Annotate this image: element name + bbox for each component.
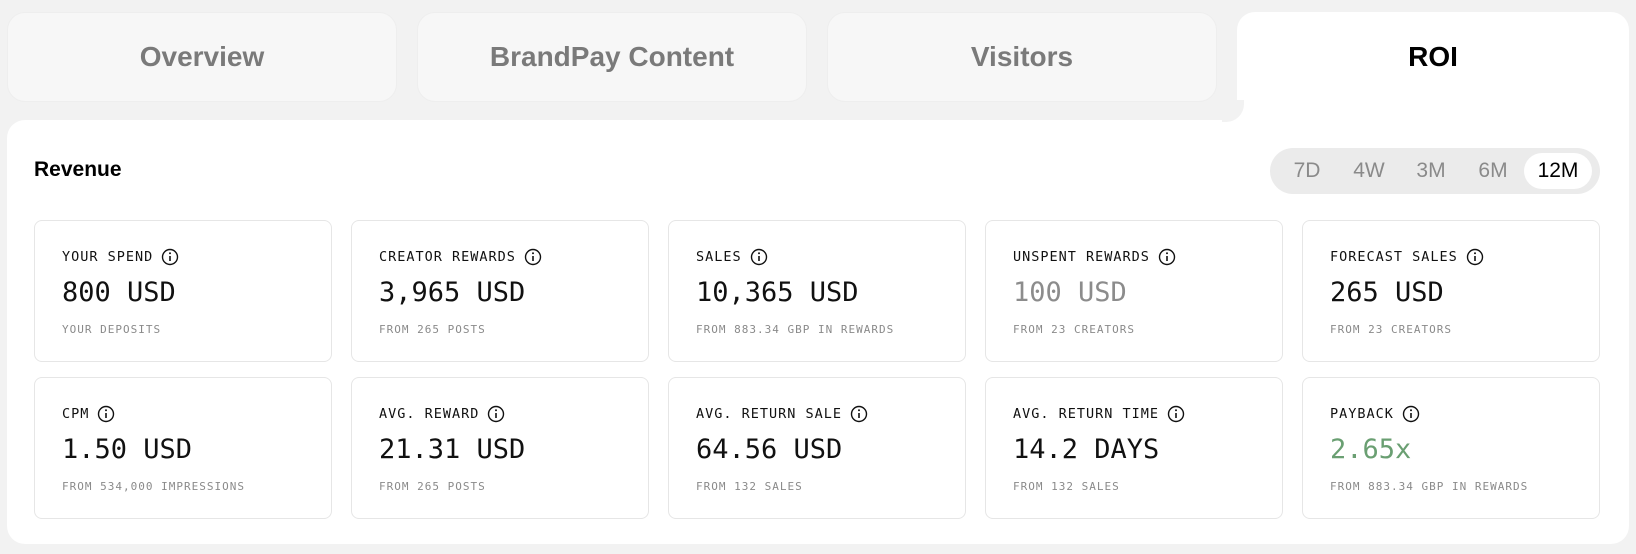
stat-subtext: FROM 534,000 IMPRESSIONS bbox=[62, 480, 245, 493]
section-title: Revenue bbox=[34, 158, 122, 181]
info-icon[interactable] bbox=[487, 405, 505, 423]
range-12m[interactable]: 12M bbox=[1524, 153, 1592, 189]
info-icon[interactable] bbox=[1167, 405, 1185, 423]
info-icon[interactable] bbox=[1158, 248, 1176, 266]
stat-label-text: AVG. RETURN SALE bbox=[696, 406, 843, 422]
stat-label: AVG. REWARD bbox=[379, 405, 505, 423]
stat-label-text: CPM bbox=[62, 406, 90, 422]
stat-label: SALES bbox=[696, 248, 768, 266]
stat-value: 10,365 USD bbox=[696, 277, 859, 308]
range-4w[interactable]: 4W bbox=[1338, 153, 1400, 189]
stat-value: 265 USD bbox=[1330, 277, 1444, 308]
stat-label-text: YOUR SPEND bbox=[62, 249, 154, 265]
stat-label: AVG. RETURN SALE bbox=[696, 405, 868, 423]
stat-label: YOUR SPEND bbox=[62, 248, 179, 266]
stat-card-avg-reward: AVG. REWARD 21.31 USD FROM 265 POSTS bbox=[351, 377, 649, 519]
stat-subtext: FROM 883.34 GBP IN REWARDS bbox=[1330, 480, 1529, 493]
stat-value: 100 USD bbox=[1013, 277, 1127, 308]
stat-label-text: UNSPENT REWARDS bbox=[1013, 249, 1150, 265]
stat-label-text: SALES bbox=[696, 249, 742, 265]
stat-card-forecast-sales: FORECAST SALES 265 USD FROM 23 CREATORS bbox=[1302, 220, 1600, 362]
stat-value: 1.50 USD bbox=[62, 434, 193, 465]
stat-subtext: FROM 132 SALES bbox=[696, 480, 803, 493]
stat-card-payback: PAYBACK 2.65x FROM 883.34 GBP IN REWARDS bbox=[1302, 377, 1600, 519]
stat-label-text: AVG. REWARD bbox=[379, 406, 480, 422]
tab-visitors[interactable]: Visitors bbox=[827, 12, 1217, 102]
stat-value: 3,965 USD bbox=[379, 277, 526, 308]
stat-value: 64.56 USD bbox=[696, 434, 843, 465]
range-7d[interactable]: 7D bbox=[1276, 153, 1338, 189]
stat-card-your-spend: YOUR SPEND 800 USD YOUR DEPOSITS bbox=[34, 220, 332, 362]
stat-value: 14.2 DAYS bbox=[1013, 434, 1160, 465]
stat-card-avg-return-time: AVG. RETURN TIME 14.2 DAYS FROM 132 SALE… bbox=[985, 377, 1283, 519]
stat-label: FORECAST SALES bbox=[1330, 248, 1484, 266]
stat-card-avg-return-sale: AVG. RETURN SALE 64.56 USD FROM 132 SALE… bbox=[668, 377, 966, 519]
stat-subtext: YOUR DEPOSITS bbox=[62, 323, 162, 336]
stat-card-unspent-rewards: UNSPENT REWARDS 100 USD FROM 23 CREATORS bbox=[985, 220, 1283, 362]
tab-roi[interactable]: ROI bbox=[1237, 12, 1629, 130]
stat-value: 21.31 USD bbox=[379, 434, 526, 465]
stat-label: CREATOR REWARDS bbox=[379, 248, 542, 266]
range-6m[interactable]: 6M bbox=[1462, 153, 1524, 189]
stat-card-cpm: CPM 1.50 USD FROM 534,000 IMPRESSIONS bbox=[34, 377, 332, 519]
stat-card-creator-rewards: CREATOR REWARDS 3,965 USD FROM 265 POSTS bbox=[351, 220, 649, 362]
info-icon[interactable] bbox=[1466, 248, 1484, 266]
stat-label: UNSPENT REWARDS bbox=[1013, 248, 1176, 266]
stat-label: PAYBACK bbox=[1330, 405, 1420, 423]
info-icon[interactable] bbox=[1402, 405, 1420, 423]
stat-subtext: FROM 23 CREATORS bbox=[1013, 323, 1135, 336]
info-icon[interactable] bbox=[97, 405, 115, 423]
stat-value: 800 USD bbox=[62, 277, 176, 308]
stat-label: CPM bbox=[62, 405, 115, 423]
panel-corner-decoration bbox=[1222, 100, 1244, 122]
stat-subtext: FROM 132 SALES bbox=[1013, 480, 1120, 493]
stat-label: AVG. RETURN TIME bbox=[1013, 405, 1185, 423]
stat-subtext: FROM 265 POSTS bbox=[379, 323, 486, 336]
info-icon[interactable] bbox=[750, 248, 768, 266]
info-icon[interactable] bbox=[524, 248, 542, 266]
tab-overview[interactable]: Overview bbox=[7, 12, 397, 102]
info-icon[interactable] bbox=[161, 248, 179, 266]
stat-card-sales: SALES 10,365 USD FROM 883.34 GBP IN REWA… bbox=[668, 220, 966, 362]
stat-subtext: FROM 23 CREATORS bbox=[1330, 323, 1452, 336]
range-3m[interactable]: 3M bbox=[1400, 153, 1462, 189]
tab-brandpay-content[interactable]: BrandPay Content bbox=[417, 12, 807, 102]
tab-bar: Overview BrandPay Content Visitors ROI bbox=[0, 0, 1636, 130]
time-range-selector: 7D 4W 3M 6M 12M bbox=[1270, 148, 1600, 194]
stat-subtext: FROM 883.34 GBP IN REWARDS bbox=[696, 323, 895, 336]
stat-value: 2.65x bbox=[1330, 434, 1412, 465]
stat-label-text: AVG. RETURN TIME bbox=[1013, 406, 1160, 422]
info-icon[interactable] bbox=[850, 405, 868, 423]
stat-label-text: FORECAST SALES bbox=[1330, 249, 1458, 265]
stat-label-text: PAYBACK bbox=[1330, 406, 1394, 422]
stat-subtext: FROM 265 POSTS bbox=[379, 480, 486, 493]
stat-label-text: CREATOR REWARDS bbox=[379, 249, 516, 265]
